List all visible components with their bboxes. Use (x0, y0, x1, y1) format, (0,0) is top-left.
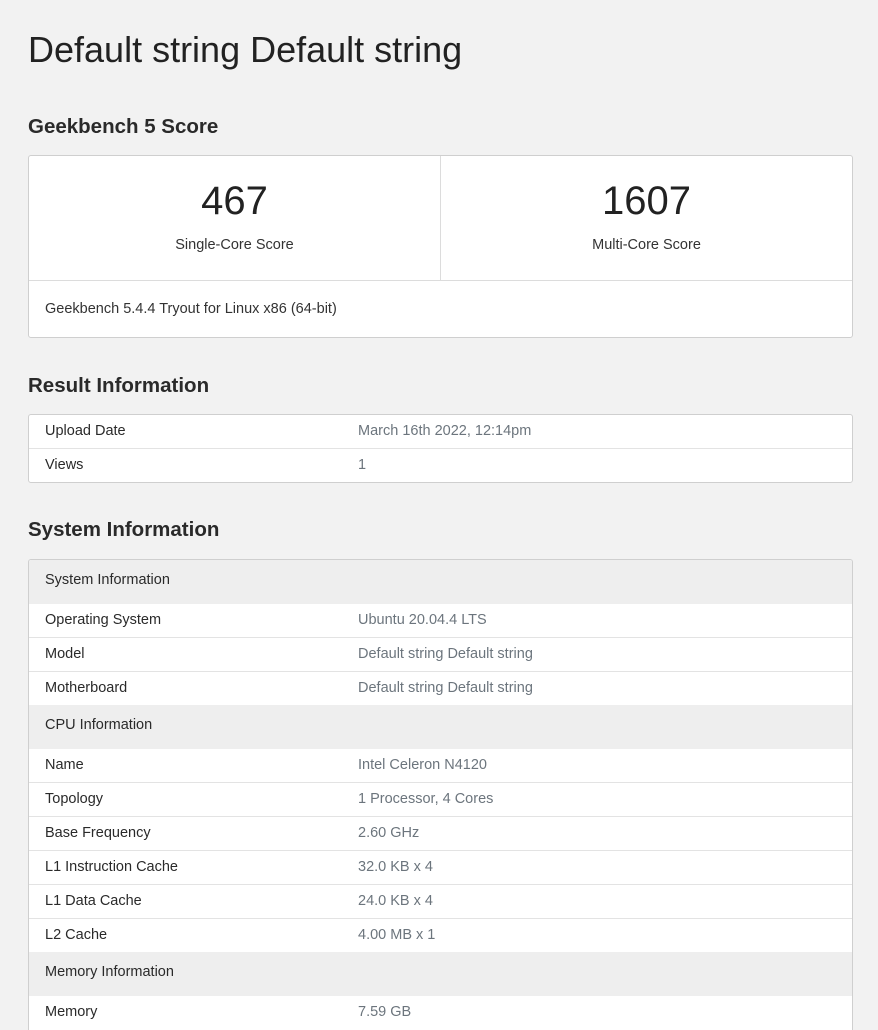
row-value: 1 (358, 457, 367, 473)
group-header-memory: Memory Information (29, 952, 852, 996)
table-row: L1 Data Cache 24.0 KB x 4 (29, 884, 852, 918)
table-row: Motherboard Default string Default strin… (29, 671, 852, 705)
row-value: 4.00 MB x 1 (358, 927, 436, 943)
row-key: Views (45, 457, 84, 473)
page-title: Default string Default string (28, 29, 463, 70)
row-key: L2 Cache (45, 927, 108, 943)
score-card: 467 Single-Core Score 1607 Multi-Core Sc… (28, 155, 853, 338)
row-value: March 16th 2022, 12:14pm (358, 423, 532, 439)
row-value: Default string Default string (358, 646, 533, 662)
multi-core-score-label: Multi-Core Score (592, 237, 701, 253)
table-row: Name Intel Celeron N4120 (29, 749, 852, 782)
row-value: Ubuntu 20.04.4 LTS (358, 612, 487, 628)
row-key: Model (45, 646, 85, 662)
row-value: Intel Celeron N4120 (358, 757, 487, 773)
group-header-cpu: CPU Information (29, 705, 852, 749)
table-row: Views 1 (29, 448, 852, 482)
row-key: L1 Instruction Cache (45, 859, 178, 875)
result-info-table: Upload Date March 16th 2022, 12:14pm Vie… (28, 414, 853, 483)
geekbench-version-text: Geekbench 5.4.4 Tryout for Linux x86 (64… (45, 301, 337, 317)
system-info-heading: System Information (28, 518, 220, 541)
score-section-heading: Geekbench 5 Score (28, 115, 219, 138)
row-value: 7.59 GB (358, 1004, 412, 1020)
table-row: Model Default string Default string (29, 637, 852, 671)
table-row: Upload Date March 16th 2022, 12:14pm (29, 415, 852, 448)
table-row: L2 Cache 4.00 MB x 1 (29, 918, 852, 952)
row-key: Base Frequency (45, 825, 151, 841)
table-row: Operating System Ubuntu 20.04.4 LTS (29, 604, 852, 637)
single-core-score-value: 467 (201, 179, 268, 223)
row-key: Operating System (45, 612, 162, 628)
table-row: Base Frequency 2.60 GHz (29, 816, 852, 850)
multi-core-score-cell: 1607 Multi-Core Score (440, 156, 852, 280)
system-info-table: System Information Operating System Ubun… (28, 559, 853, 1030)
group-header-system: System Information (29, 560, 852, 604)
result-info-heading: Result Information (28, 374, 210, 397)
table-row: Memory 7.59 GB (29, 996, 852, 1029)
row-value: 1 Processor, 4 Cores (358, 791, 494, 807)
single-core-score-cell: 467 Single-Core Score (29, 156, 440, 280)
score-row: 467 Single-Core Score 1607 Multi-Core Sc… (29, 156, 852, 281)
row-key: Upload Date (45, 423, 126, 439)
table-row: Topology 1 Processor, 4 Cores (29, 782, 852, 816)
row-key: Name (45, 757, 84, 773)
row-value: Default string Default string (358, 680, 533, 696)
row-key: Motherboard (45, 680, 128, 696)
multi-core-score-value: 1607 (602, 179, 691, 223)
row-key: Topology (45, 791, 104, 807)
single-core-score-label: Single-Core Score (175, 237, 294, 253)
row-key: Memory (45, 1004, 98, 1020)
row-value: 2.60 GHz (358, 825, 420, 841)
row-value: 24.0 KB x 4 (358, 893, 433, 909)
table-row: L1 Instruction Cache 32.0 KB x 4 (29, 850, 852, 884)
row-key: L1 Data Cache (45, 893, 142, 909)
row-value: 32.0 KB x 4 (358, 859, 433, 875)
